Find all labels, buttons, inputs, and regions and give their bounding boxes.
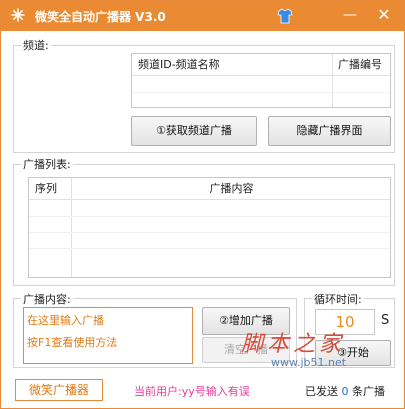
broadcast-list-header: 序列 广播内容 (29, 178, 390, 200)
channel-list[interactable]: 频道ID-频道名称 广播编号 (131, 53, 391, 108)
row-line (29, 248, 390, 249)
sent-prefix: 已发送 (305, 385, 338, 398)
row-line (132, 92, 390, 93)
column-broadcast-content[interactable]: 广播内容 (71, 178, 390, 200)
sent-count-status: 已发送 0 条广播 (305, 383, 385, 399)
broadcast-list-label: 广播列表: (21, 156, 73, 172)
broadcast-list[interactable]: 序列 广播内容 (28, 177, 391, 278)
loop-time-label: 循环时间: (312, 291, 364, 307)
close-button[interactable]: ✕ (373, 5, 395, 25)
get-channel-broadcast-button[interactable]: ①获取频道广播 (131, 116, 257, 146)
hide-broadcast-ui-button[interactable]: 隐藏广播界面 (268, 116, 391, 146)
site-watermark: 脚本之家 (241, 332, 346, 357)
app-window: 微笑全自动广播器 V3.0 — ✕ 频道: 频道ID-频道名称 广播编号 ①获取… (0, 0, 405, 409)
channel-list-header: 频道ID-频道名称 广播编号 (132, 54, 390, 76)
current-user-status: 当前用户:yy号输入有误 (134, 385, 250, 398)
content-group-label: 广播内容: (21, 291, 73, 307)
column-sequence[interactable]: 序列 (29, 178, 71, 200)
sent-suffix: 条广播 (352, 385, 385, 398)
seconds-unit-label: S (381, 313, 390, 328)
channel-group-label: 频道: (21, 37, 51, 53)
column-divider (332, 54, 333, 107)
app-logo-icon (11, 8, 25, 22)
row-line (29, 216, 390, 217)
title-bar[interactable]: 微笑全自动广播器 V3.0 — ✕ (1, 1, 404, 31)
minimize-button[interactable]: — (339, 5, 361, 25)
site-watermark-url: www.jb51.net (271, 356, 347, 369)
sent-count: 0 (341, 385, 349, 398)
column-channel-name[interactable]: 频道ID-频道名称 (132, 54, 332, 76)
window-title: 微笑全自动广播器 V3.0 (35, 10, 166, 24)
brand-badge: 微笑广播器 (15, 379, 103, 401)
column-broadcast-number[interactable]: 广播编号 (332, 54, 390, 76)
skin-shirt-icon[interactable] (277, 8, 293, 24)
column-divider (71, 178, 72, 277)
row-line (29, 232, 390, 233)
broadcast-content-input[interactable]: 在这里输入广播 按F1查看使用方法 (23, 307, 193, 364)
